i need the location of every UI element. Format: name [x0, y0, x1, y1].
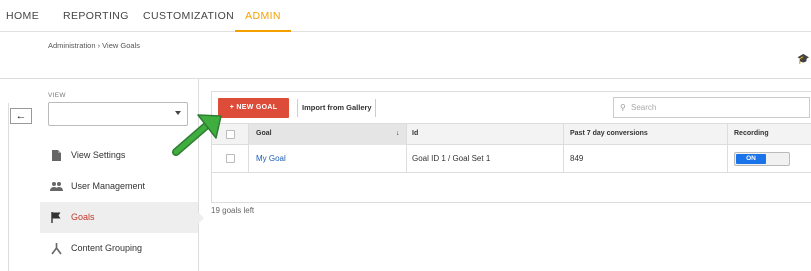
toolbar-separator: [375, 99, 376, 117]
arrow-left-icon: ←: [15, 110, 27, 122]
search-placeholder: Search: [631, 103, 657, 112]
active-indicator: [198, 212, 204, 224]
column-divider: [727, 123, 728, 173]
column-header-recording[interactable]: Recording: [734, 130, 769, 137]
sort-desc-icon[interactable]: ↓: [396, 130, 400, 137]
search-input[interactable]: ⚲ Search: [613, 97, 810, 118]
toolbar-separator: [297, 99, 298, 117]
goal-id: Goal ID 1 / Goal Set 1: [412, 154, 491, 163]
document-icon: [52, 150, 61, 161]
tab-reporting[interactable]: REPORTING: [63, 0, 129, 32]
import-from-gallery-button[interactable]: Import from Gallery: [302, 99, 372, 117]
divider: [0, 78, 811, 79]
column-header-id[interactable]: Id: [412, 130, 418, 137]
tab-home[interactable]: HOME: [6, 0, 39, 32]
goal-conversions: 849: [570, 154, 584, 163]
breadcrumb[interactable]: Administration › View Goals: [48, 41, 140, 50]
sidebar-item-label: View Settings: [71, 150, 126, 160]
tab-customization[interactable]: CUSTOMIZATION: [143, 0, 234, 32]
tab-admin[interactable]: ADMIN: [235, 0, 291, 32]
recording-toggle-label: ON: [736, 154, 766, 164]
sidebar-border: [198, 79, 199, 271]
goal-name-link[interactable]: My Goal: [256, 154, 286, 163]
view-label: VIEW: [48, 92, 66, 99]
column-divider: [563, 123, 564, 173]
sidebar-item-label: User Management: [71, 181, 146, 191]
select-all-checkbox[interactable]: [226, 130, 235, 139]
sorted-column-bg: [249, 124, 406, 145]
graduation-cap-icon[interactable]: 🎓: [797, 54, 809, 65]
sidebar-item-label: Goals: [71, 212, 95, 222]
flag-icon: [51, 212, 61, 223]
column-header-conversions[interactable]: Past 7 day conversions: [570, 130, 648, 137]
sidebar-item-content-grouping[interactable]: Content Grouping: [40, 233, 198, 264]
goals-left-text: 19 goals left: [211, 206, 255, 215]
row-checkbox[interactable]: [226, 154, 235, 163]
sidebar-item-user-management[interactable]: User Management: [40, 171, 198, 202]
new-goal-button[interactable]: + NEW GOAL: [218, 98, 289, 118]
recording-toggle[interactable]: ON: [734, 152, 790, 166]
users-icon: [50, 182, 63, 191]
search-icon: ⚲: [620, 103, 626, 112]
grouping-icon: [51, 243, 62, 255]
back-button[interactable]: ←: [10, 108, 32, 124]
green-arrow-annotation: [172, 114, 222, 156]
table-row: My Goal Goal ID 1 / Goal Set 1 849 ON: [212, 145, 811, 173]
view-select[interactable]: [48, 102, 188, 126]
table-header: Goal ↓ Id Past 7 day conversions Recordi…: [212, 123, 811, 145]
column-divider: [406, 123, 407, 173]
sidebar-item-goals[interactable]: Goals: [40, 202, 198, 233]
column-divider: [248, 123, 249, 173]
top-nav: HOME REPORTING CUSTOMIZATION ADMIN: [0, 0, 811, 32]
column-header-goal[interactable]: Goal: [256, 130, 272, 137]
left-rail: [8, 103, 9, 271]
sidebar-item-label: Content Grouping: [71, 243, 143, 253]
goals-panel: + NEW GOAL Import from Gallery ⚲ Search …: [211, 91, 811, 203]
